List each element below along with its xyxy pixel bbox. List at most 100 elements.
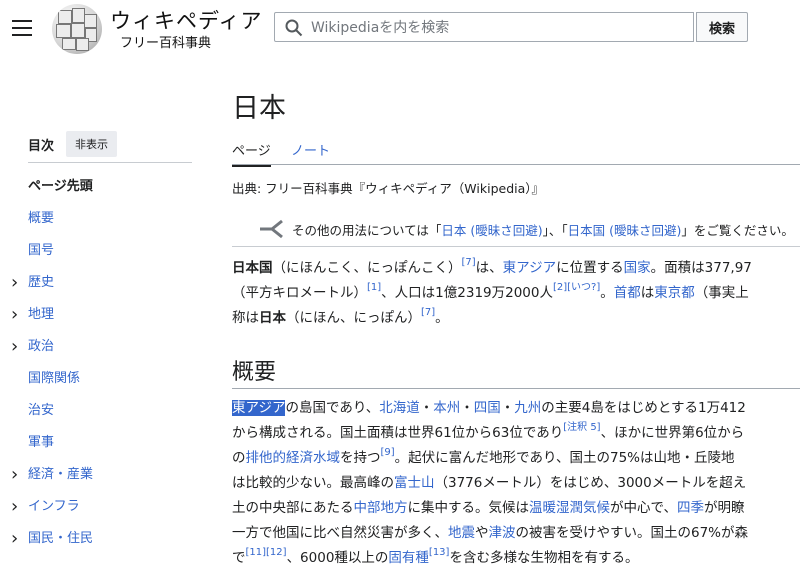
text: から構成される。国土面積は世界61位から63位であり xyxy=(232,425,564,441)
text: （平方キロメートル） xyxy=(232,285,367,301)
wordmark[interactable]: ウィキペディア xyxy=(110,5,263,35)
toc-item[interactable]: › 地理 xyxy=(11,299,198,331)
overview-line: 土の中央部にあたる中部地方に集中する。気候は温暖湿潤気候が中心で、四季が明瞭 xyxy=(232,496,800,521)
text: 。面積は377,97 xyxy=(650,260,752,276)
toc-item[interactable]: 治安 xyxy=(28,395,198,427)
toc-item[interactable]: › 国民・住民 xyxy=(11,523,198,555)
link-honshu[interactable]: 本州 xyxy=(433,400,460,416)
page-tabs: ページ ノート xyxy=(232,138,800,167)
toc-item-label[interactable]: 歴史 xyxy=(28,275,54,290)
link-mount-fuji[interactable]: 富士山 xyxy=(394,475,435,491)
text: 。起伏に富んだ地形であり、国土の75%は山地・丘陵地 xyxy=(394,450,735,466)
toc-item[interactable]: › 歴史 xyxy=(11,267,198,299)
citation-link[interactable]: [9] xyxy=(381,447,395,458)
toc-title: 目次 xyxy=(28,138,55,154)
toc-item-label[interactable]: 治安 xyxy=(28,403,54,418)
citation-link[interactable]: [13] xyxy=(429,547,450,558)
toc-item[interactable]: 軍事 xyxy=(28,427,198,459)
citation-link[interactable]: [7] xyxy=(421,307,435,318)
toc-item-label[interactable]: 政治 xyxy=(28,339,54,354)
search-button[interactable]: 検索 xyxy=(696,12,748,42)
chevron-right-icon[interactable]: › xyxy=(11,331,18,363)
toc-item-label[interactable]: 経済・産業 xyxy=(28,467,93,482)
toc-item-label[interactable]: 国号 xyxy=(28,243,54,258)
citation-link[interactable]: [7] xyxy=(462,257,476,268)
toc-item-label[interactable]: インフラ xyxy=(28,499,80,514)
overview-line: の排他的経済水域を持つ[9]。起伏に富んだ地形であり、国土の75%は山地・丘陵地 xyxy=(232,446,800,471)
chevron-right-icon[interactable]: › xyxy=(11,299,18,331)
chevron-right-icon[interactable]: › xyxy=(11,267,18,299)
toc-list: 概要国号 › 歴史 › 地理 › 政治国際関係治安軍事 › 経済・産業 › インフラ › 国民・住民 xyxy=(11,203,198,555)
citation-link[interactable]: [1] xyxy=(367,282,381,293)
hatnote-text: その他の用法については「 xyxy=(292,223,442,238)
selected-text[interactable]: 東アジア xyxy=(232,400,286,416)
text: 称は xyxy=(232,310,259,326)
link-kyushu[interactable]: 九州 xyxy=(514,400,541,416)
text: の島国であり、 xyxy=(285,400,380,416)
text: が中心で、 xyxy=(610,500,677,516)
toc-item[interactable]: › 経済・産業 xyxy=(11,459,198,491)
link-endemic-species[interactable]: 固有種 xyxy=(388,550,429,566)
chevron-right-icon[interactable]: › xyxy=(11,459,18,491)
toc-item-label[interactable]: 国民・住民 xyxy=(28,531,93,546)
link-humid-subtropical[interactable]: 温暖湿潤気候 xyxy=(529,500,610,516)
overview-line: 東アジアの島国であり、北海道・本州・四国・九州の主要4島をはじめとする1万412 xyxy=(232,396,800,421)
text: （事実上 xyxy=(694,285,749,301)
citation-link[interactable]: [11][12] xyxy=(246,547,287,558)
text: 一方で他国に比べ自然災害が多く、 xyxy=(232,525,448,541)
search-box[interactable] xyxy=(274,12,694,42)
bold-term: 日本国 xyxy=(232,260,273,276)
chevron-right-icon[interactable]: › xyxy=(11,523,18,555)
link-east-asia[interactable]: 東アジア xyxy=(503,260,556,276)
toc-item[interactable]: › インフラ xyxy=(11,491,198,523)
link-tsunami[interactable]: 津波 xyxy=(489,525,516,541)
text: や xyxy=(475,525,489,541)
search-input[interactable] xyxy=(309,17,683,39)
toc-item-label[interactable]: 概要 xyxy=(28,211,54,226)
page-title: 日本 xyxy=(232,93,286,124)
citation-link[interactable]: [2][いつ?] xyxy=(553,282,600,293)
hatnote-link-disambig-nihonkoku[interactable]: 日本国 (曖昧さ回避) xyxy=(568,223,682,238)
link-tokyo[interactable]: 東京都 xyxy=(654,285,695,301)
toc-item-top[interactable]: ページ先頭 xyxy=(28,171,198,203)
link-four-seasons[interactable]: 四季 xyxy=(677,500,704,516)
text: の被害を受けやすい。国土の67%が森 xyxy=(515,525,749,541)
text: を含む多様な生物相を有する。 xyxy=(449,550,639,566)
toc-item-label[interactable]: 軍事 xyxy=(28,435,54,450)
toc-item-label[interactable]: 地理 xyxy=(28,307,54,322)
toc-item[interactable]: 概要 xyxy=(28,203,198,235)
hatnote-link-disambig-nihon[interactable]: 日本 (曖昧さ回避) xyxy=(441,223,542,238)
lead-line: （平方キロメートル）[1]、人口は1億2319万2000人[2][いつ?]。首都… xyxy=(232,281,800,306)
note-link[interactable]: [注釈 5] xyxy=(563,422,600,433)
main-menu-button[interactable] xyxy=(12,20,32,36)
text: の主要4島をはじめとする1万412 xyxy=(541,400,746,416)
tab-talk[interactable]: ノート xyxy=(291,140,330,159)
link-shikoku[interactable]: 四国 xyxy=(474,400,501,416)
text: は、 xyxy=(475,260,503,276)
link-earthquake[interactable]: 地震 xyxy=(448,525,475,541)
text: （にほん、にっぽん） xyxy=(286,310,421,326)
lead-line: 称は日本（にほん、にっぽん）[7]。 xyxy=(232,306,800,331)
overview-line: 一方で他国に比べ自然災害が多く、地震や津波の被害を受けやすい。国土の67%が森 xyxy=(232,521,800,546)
toc-hide-button[interactable]: 非表示 xyxy=(66,131,118,157)
text: は比較的少ない。最高峰の xyxy=(232,475,394,491)
toc-item[interactable]: › 政治 xyxy=(11,331,198,363)
lead-paragraph: 日本国（にほんこく、にっぽんこく）[7]は、東アジアに位置する国家。面積は377… xyxy=(232,256,800,331)
text: に集中する。気候は xyxy=(407,500,530,516)
toc-item-label[interactable]: 国際関係 xyxy=(28,371,80,386)
table-of-contents: 目次 非表示 ページ先頭 概要国号 › 歴史 › 地理 › 政治国際関係治安軍事 › 経済・産業… xyxy=(11,130,198,555)
toc-header: 目次 非表示 xyxy=(28,130,192,163)
link-chubu[interactable]: 中部地方 xyxy=(354,500,408,516)
link-capital[interactable]: 首都 xyxy=(614,285,641,301)
link-hokkaido[interactable]: 北海道 xyxy=(379,400,420,416)
toc-item[interactable]: 国号 xyxy=(28,235,198,267)
toc-item[interactable]: 国際関係 xyxy=(28,363,198,395)
link-nation[interactable]: 国家 xyxy=(624,260,651,276)
tab-page[interactable]: ページ xyxy=(232,140,271,167)
overview-paragraph: 東アジアの島国であり、北海道・本州・四国・九州の主要4島をはじめとする1万412… xyxy=(232,396,800,571)
link-eez[interactable]: 排他的経済水域 xyxy=(246,450,341,466)
hatnote-text: 」、「 xyxy=(542,223,568,238)
wikipedia-logo[interactable] xyxy=(52,4,102,54)
chevron-right-icon[interactable]: › xyxy=(11,491,18,523)
text: の xyxy=(232,450,246,466)
